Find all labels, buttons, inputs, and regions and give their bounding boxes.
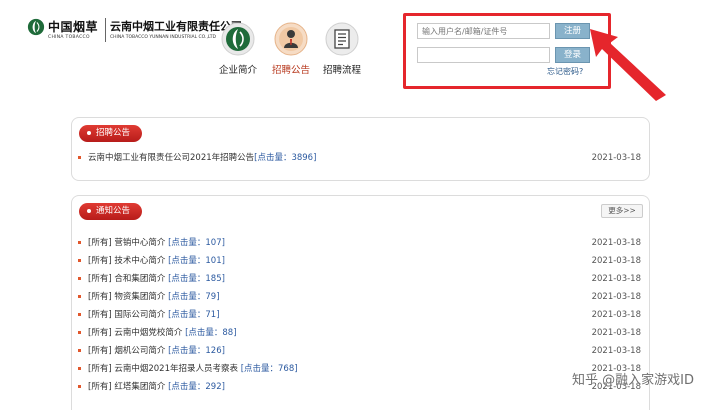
item-date: 2021-03-18 (591, 256, 641, 266)
item-prefix: [所有] (88, 292, 112, 302)
person-icon (274, 22, 308, 56)
list-item-link[interactable]: [所有] 营销中心简介 [点击量：107] (88, 235, 225, 251)
nav-recruitment-process[interactable]: 招聘流程 (316, 22, 368, 76)
click-count: [点击量：185] (168, 274, 225, 284)
panel-title-tag: 通知公告 (79, 203, 143, 220)
bullet-square-icon (78, 259, 81, 262)
click-count: [点击量：292] (168, 382, 225, 392)
bullet-square-icon (78, 313, 81, 316)
item-title: 营销中心简介 (114, 238, 166, 248)
nav-label: 招聘公告 (271, 65, 310, 76)
list-item-link[interactable]: [所有] 合和集团简介 [点击量：185] (88, 271, 225, 287)
item-title: 烟机公司简介 (114, 346, 166, 356)
click-count: [点击量：71] (168, 310, 220, 320)
bullet-square-icon (78, 385, 81, 388)
password-input[interactable] (417, 47, 550, 63)
list-item-link[interactable]: 云南中烟工业有限责任公司2021年招聘公告[点击量：3896] (88, 150, 316, 166)
username-input[interactable] (417, 23, 550, 39)
nav-label: 企业简介 (218, 65, 257, 76)
item-date: 2021-03-18 (591, 238, 641, 248)
item-date: 2021-03-18 (591, 346, 641, 356)
list-item-link[interactable]: [所有] 云南中烟党校简介 [点击量：88] (88, 325, 237, 341)
bullet-square-icon (78, 277, 81, 280)
item-prefix: [所有] (88, 328, 112, 338)
login-box: 注册 登录 忘记密码? (403, 13, 611, 89)
recruitment-notice-panel: 招聘公告 云南中烟工业有限责任公司2021年招聘公告[点击量：3896] 202… (71, 117, 650, 181)
panel-title: 招聘公告 (96, 128, 131, 138)
click-count: [点击量：768] (240, 364, 298, 374)
list-item-link[interactable]: [所有] 物资集团简介 [点击量：79] (88, 289, 220, 305)
register-button[interactable]: 注册 (555, 23, 590, 39)
bullet-dot-icon (87, 130, 91, 135)
click-count: [点击量：3896] (254, 153, 317, 163)
list-item-link[interactable]: [所有] 云南中烟2021年招录人员考察表 [点击量：768] (88, 361, 298, 377)
list-item[interactable]: [所有] 物资集团简介 [点击量：79] 2021-03-18 (78, 289, 641, 305)
item-title: 红塔集团简介 (114, 382, 166, 392)
logo-divider (105, 18, 106, 42)
nav-label: 招聘流程 (322, 65, 361, 76)
list-item[interactable]: [所有] 营销中心简介 [点击量：107] 2021-03-18 (78, 235, 641, 251)
list-item[interactable]: [所有] 合和集团简介 [点击量：185] 2021-03-18 (78, 271, 641, 287)
item-prefix: [所有] (88, 274, 112, 284)
item-date: 2021-03-18 (591, 310, 641, 320)
china-tobacco-logo-icon (27, 18, 45, 36)
item-date: 2021-03-18 (591, 292, 641, 302)
list-item[interactable]: [所有] 云南中烟2021年招录人员考察表 [点击量：768] 2021-03-… (78, 361, 641, 377)
item-date: 2021-03-18 (591, 153, 641, 163)
item-title: 云南中烟2021年招录人员考察表 (114, 364, 238, 374)
company-name-en: CHINA TOBACCO YUNNAN INDUSTRIAL CO.,LTD (110, 35, 217, 40)
bullet-square-icon (78, 367, 81, 370)
bullet-square-icon (78, 349, 81, 352)
click-count: [点击量：88] (185, 328, 237, 338)
nav-recruitment-notice[interactable]: 招聘公告 (265, 22, 317, 76)
list-item[interactable]: [所有] 红塔集团简介 [点击量：292] 2021-03-18 (78, 379, 641, 395)
bullet-dot-icon (87, 208, 91, 213)
list-item[interactable]: [所有] 云南中烟党校简介 [点击量：88] 2021-03-18 (78, 325, 641, 341)
item-title: 云南中烟党校简介 (114, 328, 183, 338)
logo-title-cn: 中国烟草 (48, 20, 99, 34)
logo-title-en: CHINA TOBACCO (48, 35, 90, 40)
item-title: 国际公司简介 (114, 310, 166, 320)
item-date: 2021-03-18 (591, 274, 641, 284)
notice-panel: 通知公告 更多>> [所有] 营销中心简介 [点击量：107] 2021-03-… (71, 195, 650, 410)
document-list-icon (325, 22, 359, 56)
more-button[interactable]: 更多>> (601, 204, 643, 218)
red-arrow-annotation (590, 29, 666, 101)
login-button[interactable]: 登录 (555, 47, 590, 63)
click-count: [点击量：107] (168, 238, 225, 248)
bullet-square-icon (78, 241, 81, 244)
item-prefix: [所有] (88, 256, 112, 266)
list-item-link[interactable]: [所有] 国际公司简介 [点击量：71] (88, 307, 220, 323)
list-item[interactable]: 云南中烟工业有限责任公司2021年招聘公告[点击量：3896] 2021-03-… (78, 150, 641, 166)
panel-title-tag: 招聘公告 (79, 125, 143, 142)
company-logo-icon (221, 22, 255, 56)
item-prefix: [所有] (88, 346, 112, 356)
click-count: [点击量：79] (168, 292, 220, 302)
bullet-square-icon (78, 331, 81, 334)
item-prefix: [所有] (88, 364, 112, 374)
click-count: [点击量：126] (168, 346, 225, 356)
item-title: 技术中心简介 (114, 256, 166, 266)
forgot-password-link[interactable]: 忘记密码? (547, 66, 583, 77)
bullet-square-icon (78, 295, 81, 298)
list-item-link[interactable]: [所有] 烟机公司简介 [点击量：126] (88, 343, 225, 359)
item-title: 物资集团简介 (114, 292, 166, 302)
item-prefix: [所有] (88, 238, 112, 248)
nav-company-intro[interactable]: 企业简介 (212, 22, 264, 76)
list-item-link[interactable]: [所有] 红塔集团简介 [点击量：292] (88, 379, 225, 395)
bullet-square-icon (78, 156, 81, 159)
item-title: 合和集团简介 (114, 274, 166, 284)
item-title: 云南中烟工业有限责任公司2021年招聘公告 (88, 153, 255, 163)
zhihu-watermark: 知乎 @融入家游戏ID (572, 373, 694, 388)
click-count: [点击量：101] (168, 256, 225, 266)
list-item-link[interactable]: [所有] 技术中心简介 [点击量：101] (88, 253, 225, 269)
panel-title: 通知公告 (96, 206, 131, 216)
item-prefix: [所有] (88, 310, 112, 320)
list-item[interactable]: [所有] 烟机公司简介 [点击量：126] 2021-03-18 (78, 343, 641, 359)
list-item[interactable]: [所有] 技术中心简介 [点击量：101] 2021-03-18 (78, 253, 641, 269)
item-date: 2021-03-18 (591, 328, 641, 338)
item-prefix: [所有] (88, 382, 112, 392)
list-item[interactable]: [所有] 国际公司简介 [点击量：71] 2021-03-18 (78, 307, 641, 323)
